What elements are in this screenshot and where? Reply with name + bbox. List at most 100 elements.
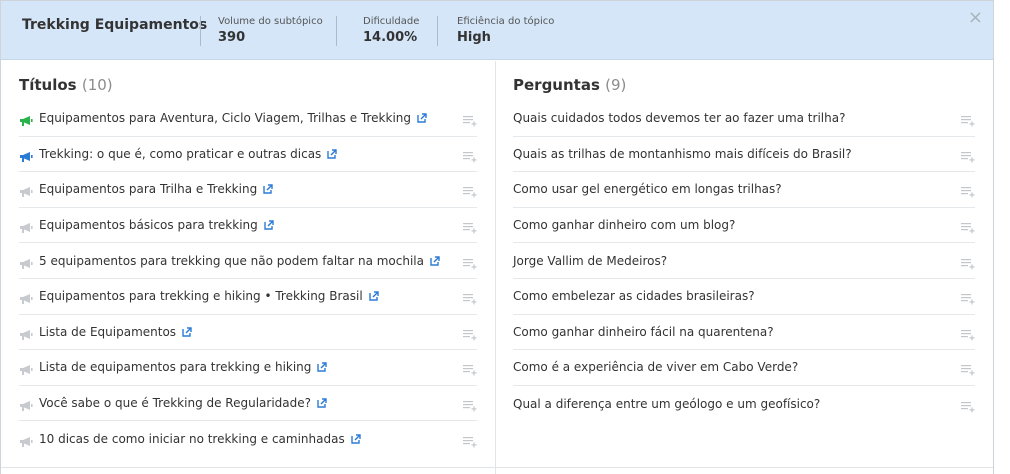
question-row: Jorge Vallim de Medeiros? — [513, 243, 975, 279]
titles-heading-label: Títulos — [19, 76, 77, 94]
topic-title: Trekking Equipamentos — [22, 17, 208, 33]
header-divider — [200, 16, 201, 46]
question-text[interactable]: Como embelezar as cidades brasileiras? — [513, 289, 755, 303]
title-row: 5 equipamentos para trekking que não pod… — [19, 243, 477, 279]
question-row: Como ganhar dinheiro fácil na quarentena… — [513, 315, 975, 351]
add-to-list-icon[interactable] — [961, 183, 975, 198]
title-text[interactable]: 10 dicas de como iniciar no trekking e c… — [39, 432, 362, 446]
stat-value: High — [457, 30, 491, 45]
external-link-icon[interactable] — [368, 290, 380, 302]
question-row: Como embelezar as cidades brasileiras? — [513, 279, 975, 315]
stat-value: 390 — [218, 30, 246, 45]
external-link-icon[interactable] — [262, 183, 274, 195]
add-to-list-icon[interactable] — [463, 148, 477, 163]
header-divider — [336, 16, 337, 46]
title-text[interactable]: Equipamentos para trekking e hiking • Tr… — [39, 289, 380, 303]
stat-label: Volume do subtópico — [218, 16, 323, 27]
external-link-icon[interactable] — [316, 397, 328, 409]
megaphone-icon — [19, 112, 33, 127]
question-row: Quais cuidados todos devemos ter ao faze… — [513, 101, 975, 137]
title-row: 10 dicas de como iniciar no trekking e c… — [19, 421, 477, 457]
add-to-list-icon[interactable] — [961, 255, 975, 270]
question-row: Qual a diferença entre um geólogo e um g… — [513, 386, 975, 422]
megaphone-icon — [19, 397, 33, 412]
titles-list: Equipamentos para Aventura, Ciclo Viagem… — [19, 101, 477, 457]
title-text[interactable]: 5 equipamentos para trekking que não pod… — [39, 254, 441, 268]
add-to-list-icon[interactable] — [463, 219, 477, 234]
question-row: Como ganhar dinheiro com um blog? — [513, 208, 975, 244]
external-link-icon[interactable] — [429, 255, 441, 267]
titles-column: Títulos (10) Equipamentos para Aventura,… — [1, 61, 496, 474]
header-divider — [437, 16, 438, 46]
add-to-list-icon[interactable] — [463, 290, 477, 305]
megaphone-icon — [19, 361, 33, 376]
question-row: Quais as trilhas de montanhismo mais dif… — [513, 137, 975, 173]
question-text[interactable]: Como é a experiência de viver em Cabo Ve… — [513, 360, 798, 374]
title-text[interactable]: Trekking: o que é, como praticar e outra… — [39, 147, 338, 161]
question-text[interactable]: Qual a diferença entre um geólogo e um g… — [513, 397, 820, 411]
title-text[interactable]: Você sabe o que é Trekking de Regularida… — [39, 396, 328, 410]
topic-columns: Títulos (10) Equipamentos para Aventura,… — [1, 61, 993, 474]
megaphone-icon — [19, 326, 33, 340]
question-text[interactable]: Quais as trilhas de montanhismo mais dif… — [513, 147, 852, 161]
titles-count: (10) — [81, 76, 113, 94]
add-to-list-icon[interactable] — [961, 398, 975, 412]
stat-difficulty: Dificuldade 14.00% — [363, 16, 419, 45]
external-link-icon[interactable] — [350, 433, 362, 445]
title-row: Equipamentos para Aventura, Ciclo Viagem… — [19, 101, 477, 137]
add-to-list-icon[interactable] — [463, 397, 477, 412]
title-text[interactable]: Equipamentos para Trilha e Trekking — [39, 182, 274, 196]
add-to-list-icon[interactable] — [961, 112, 975, 127]
title-row: Equipamentos para trekking e hiking • Tr… — [19, 279, 477, 315]
question-text[interactable]: Quais cuidados todos devemos ter ao faze… — [513, 111, 845, 125]
questions-list: Quais cuidados todos devemos ter ao faze… — [513, 101, 975, 421]
add-to-list-icon[interactable] — [961, 326, 975, 341]
question-row: Como usar gel energético em longas trilh… — [513, 172, 975, 208]
title-row: Você sabe o que é Trekking de Regularida… — [19, 386, 477, 422]
megaphone-icon — [19, 255, 33, 269]
add-to-list-icon[interactable] — [961, 361, 975, 376]
add-to-list-icon[interactable] — [463, 183, 477, 198]
title-text[interactable]: Equipamentos para Aventura, Ciclo Viagem… — [39, 111, 428, 125]
question-text[interactable]: Como ganhar dinheiro com um blog? — [513, 218, 735, 232]
add-to-list-icon[interactable] — [961, 148, 975, 163]
questions-column: Perguntas (9) Quais cuidados todos devem… — [496, 61, 993, 474]
title-text[interactable]: Lista de equipamentos para trekking e hi… — [39, 360, 328, 374]
megaphone-icon — [19, 148, 33, 162]
external-link-icon[interactable] — [316, 361, 328, 373]
stat-label: Dificuldade — [363, 16, 420, 27]
add-to-list-icon[interactable] — [463, 433, 477, 448]
megaphone-icon — [19, 183, 33, 198]
add-to-list-icon[interactable] — [463, 326, 477, 341]
questions-heading-label: Perguntas — [513, 76, 600, 94]
title-row: Lista de Equipamentos — [19, 315, 477, 351]
external-link-icon[interactable] — [326, 148, 338, 160]
title-text[interactable]: Equipamentos básicos para trekking — [39, 218, 275, 232]
title-row: Lista de equipamentos para trekking e hi… — [19, 350, 477, 386]
stat-subtopic-volume: Volume do subtópico 390 — [218, 16, 323, 45]
bottom-divider — [1, 467, 993, 468]
add-to-list-icon[interactable] — [961, 290, 975, 305]
question-text[interactable]: Jorge Vallim de Medeiros? — [513, 254, 667, 268]
titles-heading: Títulos (10) — [19, 76, 477, 98]
external-link-icon[interactable] — [263, 219, 275, 231]
add-to-list-icon[interactable] — [463, 255, 477, 270]
add-to-list-icon[interactable] — [463, 361, 477, 376]
title-text[interactable]: Lista de Equipamentos — [39, 325, 193, 339]
megaphone-icon — [19, 290, 33, 305]
add-to-list-icon[interactable] — [463, 112, 477, 127]
question-text[interactable]: Como usar gel energético em longas trilh… — [513, 182, 782, 196]
external-link-icon[interactable] — [181, 326, 193, 338]
stat-topic-efficiency: Eficiência do tópico High — [457, 16, 554, 45]
title-row: Equipamentos básicos para trekking — [19, 208, 477, 244]
question-text[interactable]: Como ganhar dinheiro fácil na quarentena… — [513, 325, 774, 339]
megaphone-icon — [19, 219, 33, 234]
external-link-icon[interactable] — [416, 112, 428, 124]
topic-card: Trekking Equipamentos Volume do subtópic… — [0, 0, 994, 474]
title-row: Trekking: o que é, como praticar e outra… — [19, 137, 477, 173]
question-row: Como é a experiência de viver em Cabo Ve… — [513, 350, 975, 386]
add-to-list-icon[interactable] — [961, 219, 975, 234]
close-icon[interactable]: × — [968, 9, 983, 27]
topic-header: Trekking Equipamentos Volume do subtópic… — [1, 1, 993, 60]
stat-label: Eficiência do tópico — [457, 16, 555, 27]
